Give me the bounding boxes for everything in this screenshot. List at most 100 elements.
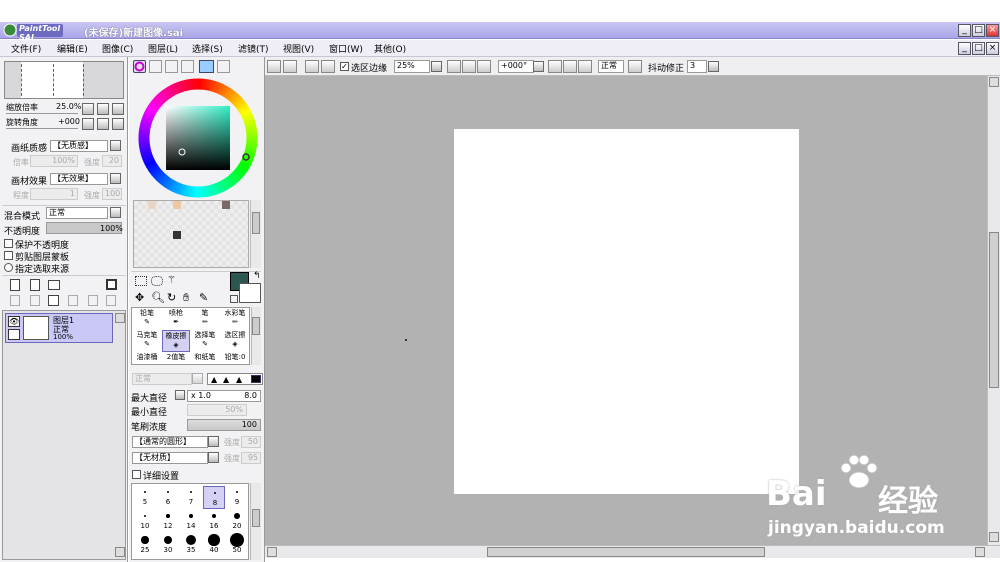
brush-shape-select[interactable]: 【通常的圆形】 [132,436,208,448]
scratch-pad-tab-icon[interactable] [217,60,230,73]
selection-edge-checkbox[interactable]: ✓ [340,62,349,71]
menu-filter[interactable]: 滤镜(T) [238,42,269,55]
swap-colors-icon[interactable]: ↰ [253,271,261,281]
rotate-reset-button[interactable] [112,118,124,130]
brush-size-cell[interactable]: 50 [226,533,248,557]
lasso-icon[interactable] [151,276,163,286]
protect-opacity-checkbox[interactable] [4,239,13,248]
vertical-scroll-thumb[interactable] [989,232,999,388]
delete-layer-icon[interactable] [68,295,78,306]
minimize-button[interactable]: _ [958,24,971,37]
max-size-toggle[interactable] [175,390,185,400]
zoom-reset-button[interactable] [112,103,124,115]
brush-size-cell[interactable]: 25 [134,534,156,557]
brush-shape-dropdown[interactable] [208,436,219,447]
menu-other[interactable]: 其他(O) [374,42,406,55]
redo-button[interactable] [283,60,297,73]
angle-dropdown[interactable] [533,61,544,72]
view-mode-select[interactable]: 正常 [598,60,624,73]
menu-edit[interactable]: 编辑(E) [57,42,88,55]
zoom-in-button[interactable] [97,103,109,115]
brush-mode-dropdown[interactable] [192,373,203,384]
maximize-button[interactable]: □ [972,24,985,37]
brush-size-cell[interactable]: 40 [203,534,225,557]
brush-size-cell[interactable]: 14 [180,510,202,533]
rotate-ccw-button[interactable] [548,60,562,73]
brush-size-cell[interactable]: 20 [226,510,248,533]
swatches-tab-icon[interactable] [199,60,214,73]
color-wheel[interactable] [137,77,259,199]
brush-size-cell[interactable]: 35 [180,534,202,557]
doc-minimize-button[interactable]: _ [958,42,971,55]
menu-view[interactable]: 视图(V) [283,42,314,55]
density-value[interactable]: 100 [187,419,261,431]
stabilizer-dropdown[interactable] [708,61,719,72]
rotate-right-button[interactable] [97,118,109,130]
blend-mode-dropdown[interactable] [110,207,121,218]
merge-all-icon[interactable] [88,295,98,306]
invert-selection-button[interactable] [321,60,335,73]
paper-texture-select[interactable]: 【无质感】 [50,140,108,152]
brush-edge-selector[interactable]: ▲ ▲ ▲ [207,373,263,385]
tool-binary-pen[interactable]: 2值笔 [162,352,190,364]
menu-layer[interactable]: 图层(L) [148,42,178,55]
zoom-select[interactable]: 25% [394,60,430,73]
reset-colors-icon[interactable] [230,295,238,303]
layer-mask-icon[interactable] [106,279,117,290]
rotate-icon[interactable]: ↻ [167,291,176,304]
close-button[interactable]: × [986,24,999,37]
layer-scroll-down[interactable] [115,547,125,557]
scroll-left-button[interactable] [267,547,277,557]
flip-view-button[interactable] [628,60,642,73]
tool-pencil[interactable]: 铅笔 ✎ [133,308,161,330]
rotate-left-button[interactable] [82,118,94,130]
horizontal-scrollbar[interactable] [265,545,1000,558]
undo-button[interactable] [267,60,281,73]
brush-size-scrollbar[interactable] [250,483,261,560]
angle-slider[interactable] [6,128,78,129]
deselect-button[interactable] [305,60,319,73]
eyedropper-icon[interactable]: ✎ [199,291,208,304]
zoom-out-button[interactable] [447,60,461,73]
tool-select-eraser[interactable]: 选区擦 ◈ [220,330,250,352]
tool-pencil-0[interactable]: 铅笔:0 [220,352,250,364]
tool-washi-pen[interactable]: 和纸笔 [191,352,219,364]
brush-size-cell[interactable]: 9 [226,486,248,509]
swatch[interactable] [173,231,181,239]
hand-icon[interactable]: ✋︎ [183,291,189,305]
tool-bucket[interactable]: 油漆桶 [133,352,161,364]
navigator-preview[interactable] [4,61,124,99]
merge-down-icon[interactable] [30,295,40,306]
swatch[interactable] [148,201,156,209]
selection-source-radio[interactable] [4,263,13,272]
tool-brush[interactable]: 笔 ✏ [191,308,219,330]
new-linework-layer-icon[interactable] [30,279,40,291]
swatch-scrollbar[interactable] [250,200,261,268]
eye-icon[interactable]: 👁 [8,316,20,327]
brush-size-cell[interactable]: 16 [203,510,225,533]
menu-image[interactable]: 图像(C) [102,42,133,55]
layer-scroll-up[interactable] [115,313,125,323]
zoom-slider[interactable] [6,113,78,114]
move-icon[interactable]: ✥ [135,291,144,304]
brush-texture-dropdown[interactable] [208,452,219,463]
mixer-tab-icon[interactable] [181,60,194,73]
tool-watercolor[interactable]: 水彩笔 ✏ [220,308,250,330]
detail-settings-checkbox[interactable] [132,470,141,479]
brush-size-cell[interactable]: 5 [134,486,156,509]
swatch[interactable] [173,201,181,209]
menu-file[interactable]: 文件(F) [11,42,41,55]
new-layer-icon[interactable] [10,279,20,291]
pen-lock-icon[interactable] [8,329,20,340]
zoom-out-button[interactable] [82,103,94,115]
zoom-dropdown[interactable] [431,61,442,72]
doc-close-button[interactable]: × [986,42,999,55]
secondary-color[interactable] [239,283,261,303]
brush-size-cell[interactable]: 12 [157,510,179,533]
blend-mode-select[interactable]: 正常 [46,207,108,219]
stabilizer-select[interactable]: 3 [687,60,707,73]
new-folder-icon[interactable] [48,280,60,290]
material-effect-select[interactable]: 【无效果】 [50,173,108,185]
tool-eraser[interactable]: 橡皮擦 ◈ [162,330,190,352]
brush-texture-select[interactable]: 【无材质】 [132,452,208,464]
